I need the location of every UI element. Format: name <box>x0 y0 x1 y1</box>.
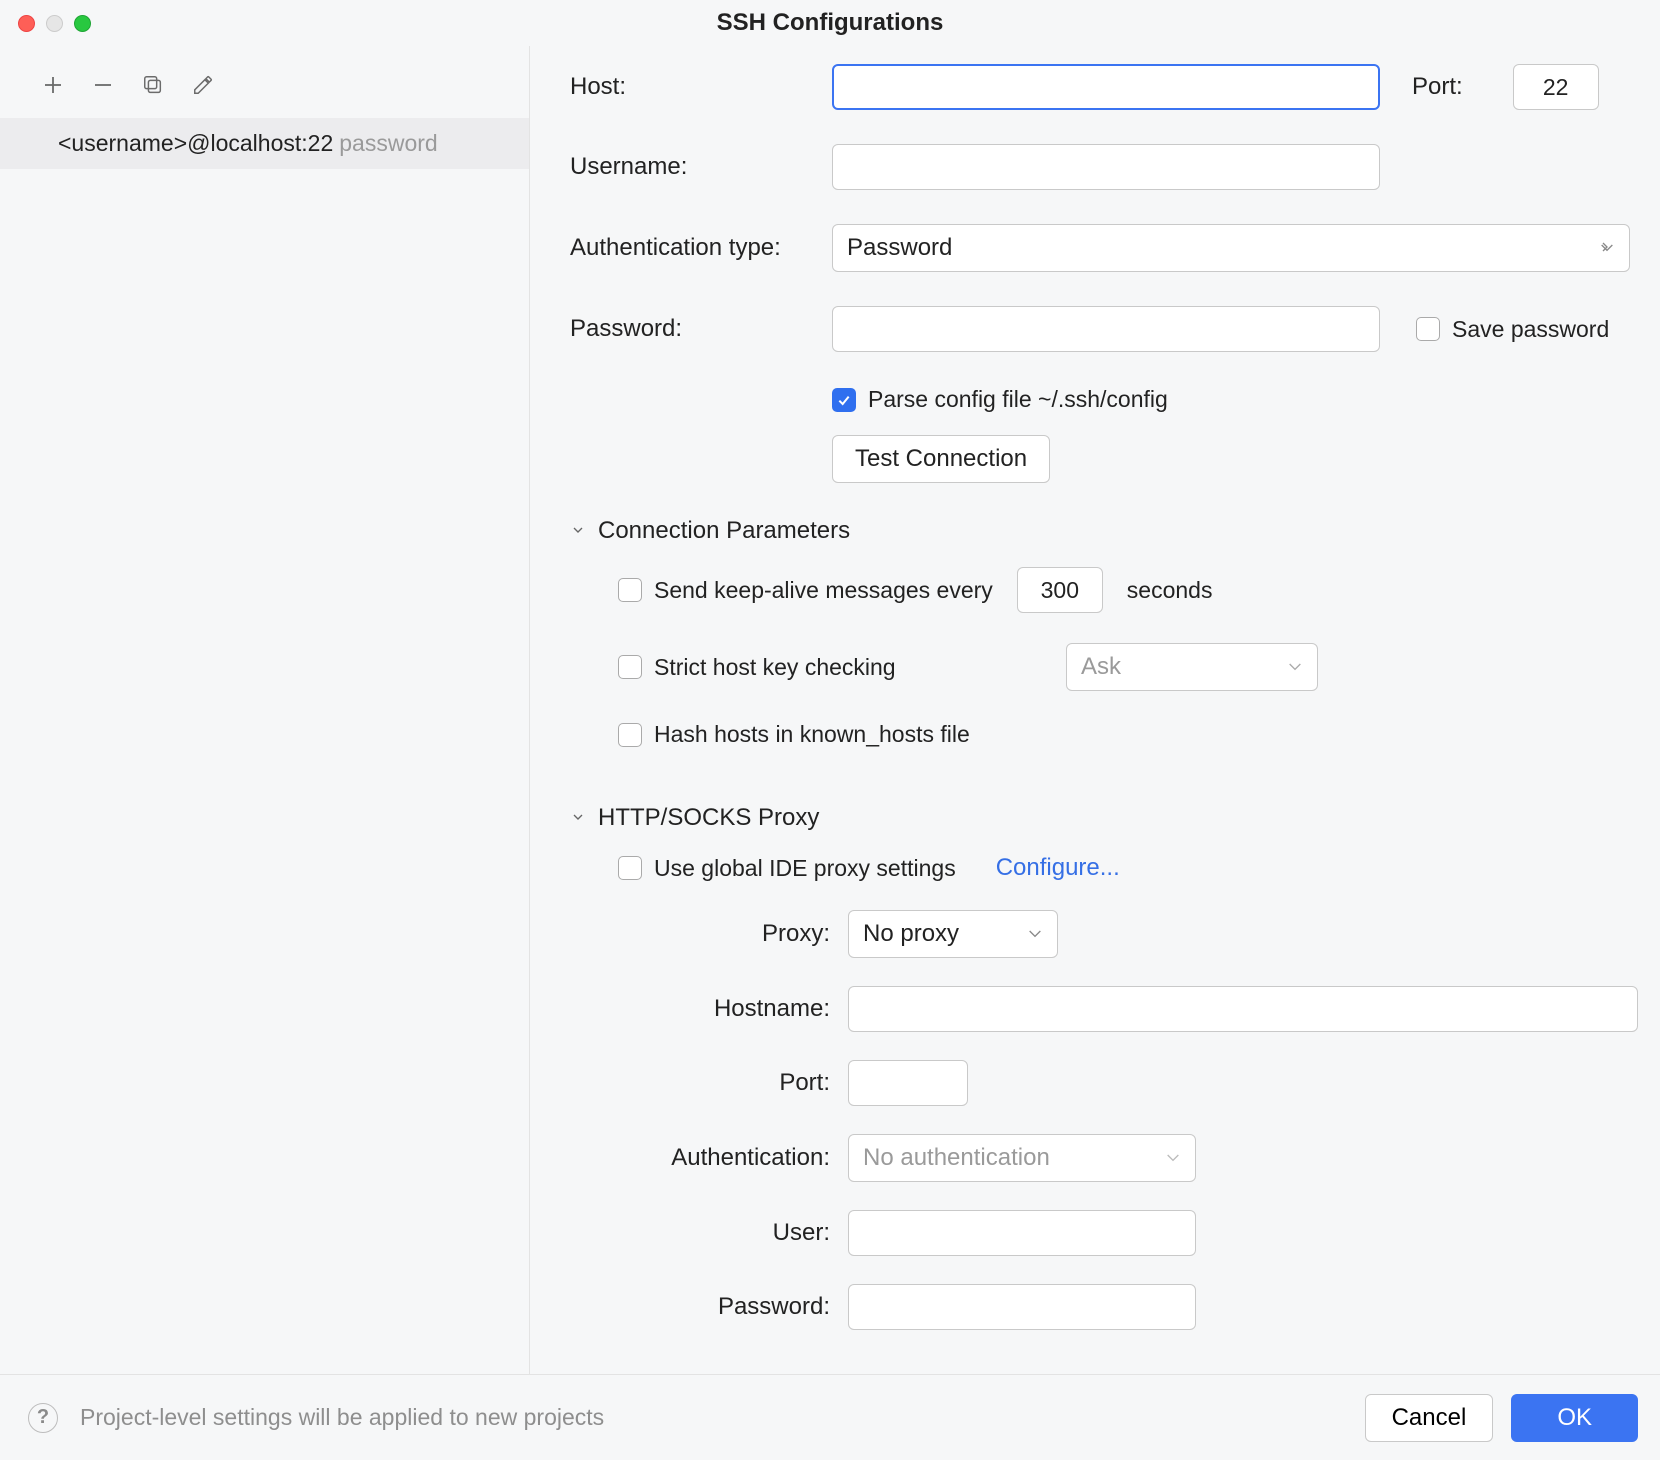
ssh-config-window: SSH Configurations <username>@localho <box>0 0 1660 1460</box>
chevron-down-icon <box>1027 920 1043 948</box>
port-label: Port: <box>1412 73 1463 101</box>
cancel-button[interactable]: Cancel <box>1365 1394 1494 1442</box>
remove-icon[interactable] <box>90 72 116 98</box>
proxy-section-header[interactable]: HTTP/SOCKS Proxy <box>570 804 1638 832</box>
content-pane: Host: Port: Username: Authentication typ… <box>530 46 1660 1374</box>
proxy-auth-label: Authentication: <box>628 1144 848 1172</box>
hash-hosts-checkbox[interactable] <box>618 723 642 747</box>
keepalive-prefix: Send keep-alive messages every <box>654 577 993 604</box>
config-list-item[interactable]: <username>@localhost:22 password <box>0 118 529 169</box>
keepalive-row: Send keep-alive messages every seconds <box>618 567 1638 613</box>
chevron-down-icon <box>570 517 586 545</box>
proxy-label: Proxy: <box>628 920 848 948</box>
proxy-user-input[interactable] <box>848 1210 1196 1256</box>
keepalive-checkbox[interactable] <box>618 578 642 602</box>
port-input[interactable] <box>1513 64 1599 110</box>
use-global-proxy-label: Use global IDE proxy settings <box>654 855 956 882</box>
connection-params-header[interactable]: Connection Parameters <box>570 517 1638 545</box>
save-password-label: Save password <box>1452 316 1609 343</box>
chevron-down-icon <box>1287 653 1303 681</box>
proxy-port-label: Port: <box>628 1069 848 1097</box>
test-connection-button[interactable]: Test Connection <box>832 435 1050 483</box>
host-label: Host: <box>570 73 832 101</box>
sidebar: <username>@localhost:22 password <box>0 46 530 1374</box>
footer-message: Project-level settings will be applied t… <box>80 1404 604 1431</box>
username-label: Username: <box>570 153 832 181</box>
config-item-text: <username>@localhost:22 <box>58 130 333 157</box>
auth-type-value: Password <box>847 234 952 262</box>
strict-host-key-select[interactable]: Ask <box>1066 643 1318 691</box>
username-input[interactable] <box>832 144 1380 190</box>
proxy-type-select[interactable]: No proxy <box>848 910 1058 958</box>
strict-label: Strict host key checking <box>654 654 1054 681</box>
add-icon[interactable] <box>40 72 66 98</box>
minimize-window-icon[interactable] <box>46 15 63 32</box>
proxy-hostname-label: Hostname: <box>628 995 848 1023</box>
chevron-down-icon <box>1599 234 1615 262</box>
keepalive-input[interactable] <box>1017 567 1103 613</box>
password-label: Password: <box>570 315 832 343</box>
config-item-hint: password <box>339 130 437 157</box>
password-input[interactable] <box>832 306 1380 352</box>
auth-type-label: Authentication type: <box>570 234 832 262</box>
keepalive-suffix: seconds <box>1127 577 1213 604</box>
strict-host-key-checkbox[interactable] <box>618 655 642 679</box>
proxy-password-input[interactable] <box>848 1284 1196 1330</box>
help-icon[interactable]: ? <box>28 1403 58 1433</box>
hash-hosts-label: Hash hosts in known_hosts file <box>654 721 970 748</box>
proxy-auth-select[interactable]: No authentication <box>848 1134 1196 1182</box>
copy-icon[interactable] <box>140 72 166 98</box>
host-input[interactable] <box>832 64 1380 110</box>
footer: ? Project-level settings will be applied… <box>0 1374 1660 1460</box>
window-controls <box>18 15 91 32</box>
auth-type-select[interactable]: Password <box>832 224 1630 272</box>
use-global-proxy-checkbox[interactable] <box>618 856 642 880</box>
ok-button[interactable]: OK <box>1511 1394 1638 1442</box>
edit-icon[interactable] <box>190 72 216 98</box>
window-title: SSH Configurations <box>0 9 1660 37</box>
titlebar: SSH Configurations <box>0 0 1660 46</box>
parse-config-label: Parse config file ~/.ssh/config <box>868 386 1168 413</box>
proxy-port-input[interactable] <box>848 1060 968 1106</box>
maximize-window-icon[interactable] <box>74 15 91 32</box>
configure-proxy-link[interactable]: Configure... <box>996 854 1120 882</box>
save-password-checkbox[interactable] <box>1416 317 1440 341</box>
close-window-icon[interactable] <box>18 15 35 32</box>
chevron-down-icon <box>570 804 586 832</box>
sidebar-toolbar <box>0 64 529 118</box>
proxy-password-label: Password: <box>628 1293 848 1321</box>
proxy-user-label: User: <box>628 1219 848 1247</box>
chevron-down-icon <box>1165 1144 1181 1172</box>
proxy-hostname-input[interactable] <box>848 986 1638 1032</box>
parse-config-checkbox[interactable] <box>832 388 856 412</box>
